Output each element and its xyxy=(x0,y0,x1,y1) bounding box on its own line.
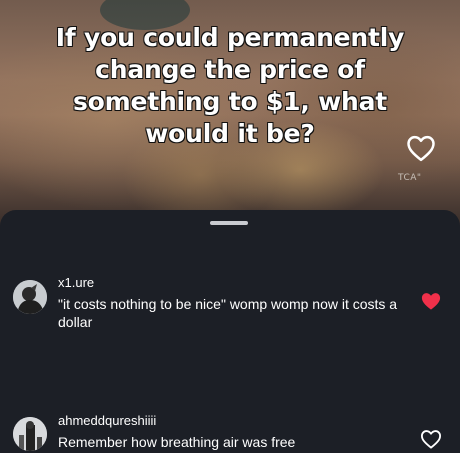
heart-outline-icon xyxy=(407,135,435,162)
video-watermark: TCA" xyxy=(398,173,422,183)
reels-comment-screen: If you could permanently change the pric… xyxy=(0,0,460,453)
avatar[interactable] xyxy=(13,417,47,451)
avatar-image xyxy=(13,280,47,314)
comment-username[interactable]: x1.ure xyxy=(58,275,94,291)
comment-like-button[interactable] xyxy=(420,429,442,449)
video-like-button[interactable] xyxy=(406,134,436,162)
comment-text: Remember how breathing air was free xyxy=(58,434,296,450)
sheet-drag-handle[interactable] xyxy=(210,221,248,225)
comment-username[interactable]: ahmeddqureshiiii xyxy=(58,413,156,429)
heart-filled-icon xyxy=(421,293,441,310)
video-player[interactable]: If you could permanently change the pric… xyxy=(0,0,460,230)
comment-text: "it costs nothing to be nice" womp womp … xyxy=(58,296,398,330)
avatar[interactable] xyxy=(13,280,47,314)
comment-like-button[interactable] xyxy=(420,291,442,311)
video-caption: If you could permanently change the pric… xyxy=(55,22,405,148)
heart-outline-icon xyxy=(420,430,441,449)
avatar-image xyxy=(13,417,47,451)
